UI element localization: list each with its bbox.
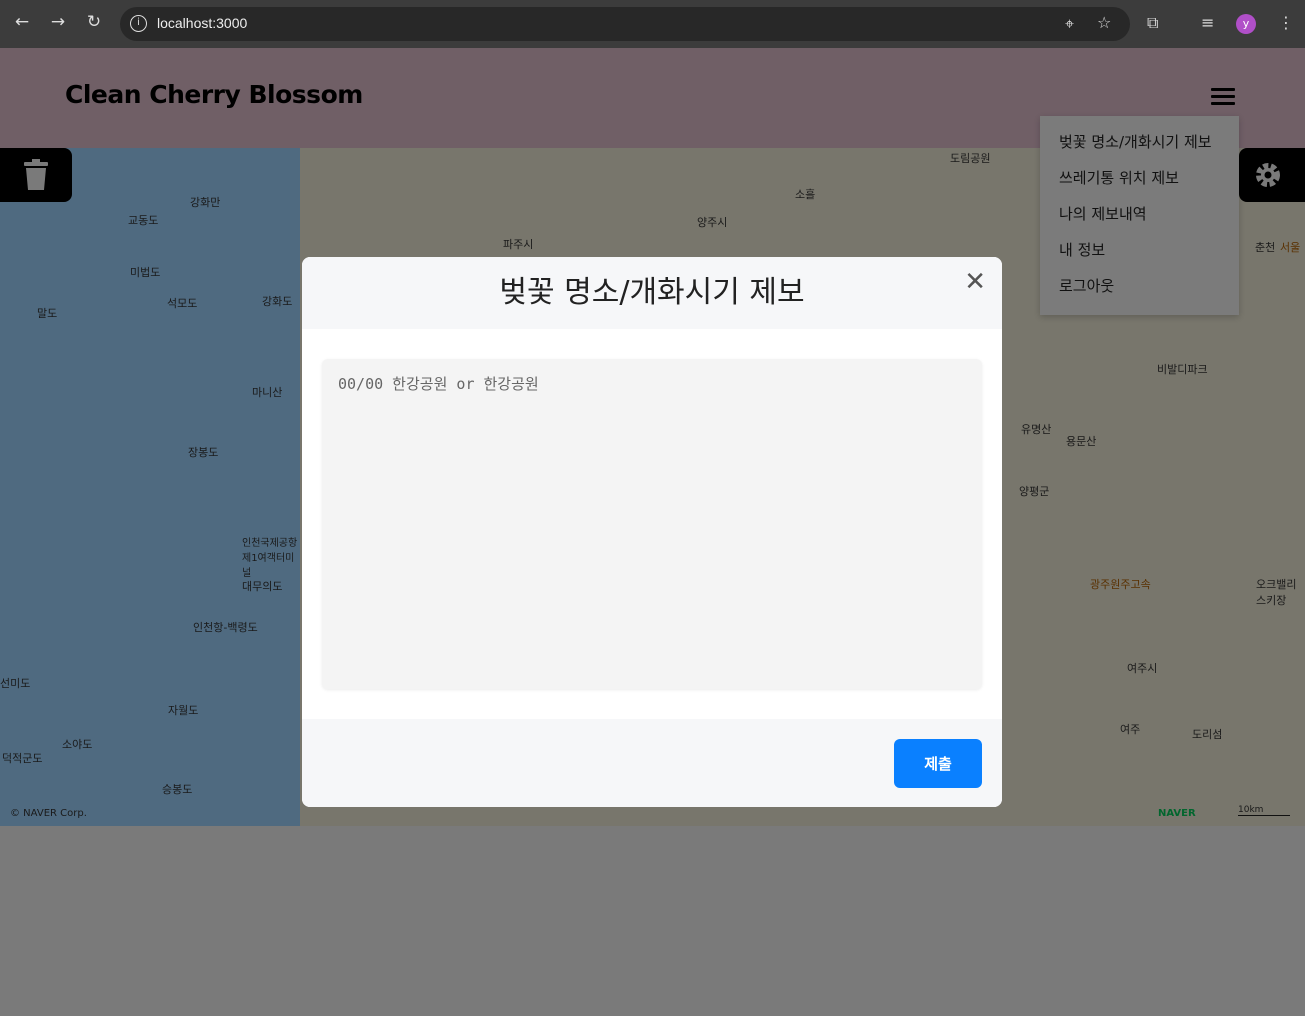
url-text: localhost:3000 bbox=[157, 15, 248, 31]
menu-item-blossom-report[interactable]: 벚꽃 명소/개화시기 제보 bbox=[1040, 124, 1239, 160]
menu-item-my-reports[interactable]: 나의 제보내역 bbox=[1040, 196, 1239, 232]
map-label: 선미도 bbox=[0, 677, 31, 690]
naver-logo: NAVER bbox=[1158, 808, 1196, 819]
extensions-icon[interactable]: ⧉ bbox=[1147, 13, 1158, 33]
menu-item-logout[interactable]: 로그아웃 bbox=[1040, 268, 1239, 304]
map-label: 양평군 bbox=[1019, 485, 1050, 498]
info-icon[interactable]: i bbox=[130, 15, 147, 32]
map-label: 춘천 bbox=[1255, 241, 1276, 254]
report-textarea[interactable] bbox=[322, 359, 982, 689]
map-label: 인천국제공항 제1여객터미널 bbox=[242, 538, 298, 579]
map-label: 인천항-백령도 bbox=[193, 621, 258, 634]
brand-title[interactable]: Clean Cherry Blossom bbox=[65, 80, 363, 109]
map-label: 여주시 bbox=[1127, 662, 1158, 675]
map-label: 미법도 bbox=[130, 266, 161, 279]
close-icon[interactable]: ✕ bbox=[964, 267, 986, 297]
map-label: 용문산 bbox=[1066, 435, 1097, 448]
back-icon[interactable]: ← bbox=[10, 12, 34, 32]
map-label: 광주원주고속 bbox=[1090, 578, 1151, 591]
map-label: 소야도 bbox=[62, 738, 93, 751]
sea-area bbox=[0, 148, 300, 826]
hamburger-menu-icon[interactable] bbox=[1211, 88, 1235, 106]
map-label: 서울 bbox=[1280, 241, 1301, 254]
map-scale: 10km bbox=[1238, 805, 1290, 816]
menu-item-my-info[interactable]: 내 정보 bbox=[1040, 232, 1239, 268]
more-icon[interactable]: ⋮ bbox=[1278, 13, 1294, 32]
map-label: 석모도 bbox=[167, 297, 198, 310]
location-icon[interactable]: ⌖ bbox=[1065, 14, 1074, 34]
submit-button[interactable]: 제출 bbox=[894, 739, 982, 788]
map-label: 소흘 bbox=[795, 188, 816, 201]
settings-button[interactable] bbox=[1239, 148, 1305, 202]
map-label: 덕적군도 bbox=[2, 752, 43, 765]
map-label: 파주시 bbox=[503, 238, 534, 251]
trash-icon bbox=[24, 159, 48, 190]
map-label: 강화만 bbox=[190, 196, 221, 209]
map-label: 양주시 bbox=[697, 216, 728, 229]
map-label: 교동도 bbox=[128, 214, 159, 227]
browser-toolbar: ← → ↻ i localhost:3000 ⌖ ☆ ⧉ ≡ y ⋮ bbox=[0, 0, 1305, 48]
reload-icon[interactable]: ↻ bbox=[82, 12, 106, 32]
map-label: 여주 bbox=[1120, 723, 1141, 736]
page-body bbox=[0, 826, 1305, 1016]
menu-item-trash-report[interactable]: 쓰레기통 위치 제보 bbox=[1040, 160, 1239, 196]
profile-avatar[interactable]: y bbox=[1236, 14, 1256, 34]
map-label: 마니산 bbox=[252, 386, 283, 399]
report-modal: 벚꽃 명소/개화시기 제보 ✕ 제출 bbox=[302, 257, 1002, 807]
map-label: 도림공원 bbox=[950, 152, 991, 165]
address-bar[interactable]: i localhost:3000 ⌖ ☆ bbox=[120, 7, 1130, 41]
map-label: 강화도 bbox=[262, 295, 293, 308]
forward-icon[interactable]: → bbox=[46, 12, 70, 32]
map-label: 대무의도 bbox=[242, 580, 283, 593]
map-label: 유명산 bbox=[1021, 423, 1052, 436]
map-label: 승봉도 bbox=[162, 783, 193, 796]
trash-button[interactable] bbox=[0, 148, 72, 202]
map-label: 말도 bbox=[37, 307, 58, 320]
map-label: 장봉도 bbox=[188, 446, 219, 459]
gear-icon bbox=[1256, 163, 1280, 187]
map-label: 자월도 bbox=[168, 704, 199, 717]
map-label: 도리섬 bbox=[1192, 728, 1223, 741]
media-icon[interactable]: ≡ bbox=[1201, 13, 1214, 32]
map-label: 오크밸리 스키장 bbox=[1256, 578, 1297, 607]
modal-title: 벚꽃 명소/개화시기 제보 bbox=[499, 275, 805, 310]
star-icon[interactable]: ☆ bbox=[1097, 13, 1111, 32]
map-label: 비발디파크 bbox=[1157, 363, 1208, 376]
dropdown-menu: 벚꽃 명소/개화시기 제보 쓰레기통 위치 제보 나의 제보내역 내 정보 로그… bbox=[1040, 116, 1239, 315]
map-attribution: © NAVER Corp. bbox=[10, 808, 87, 819]
